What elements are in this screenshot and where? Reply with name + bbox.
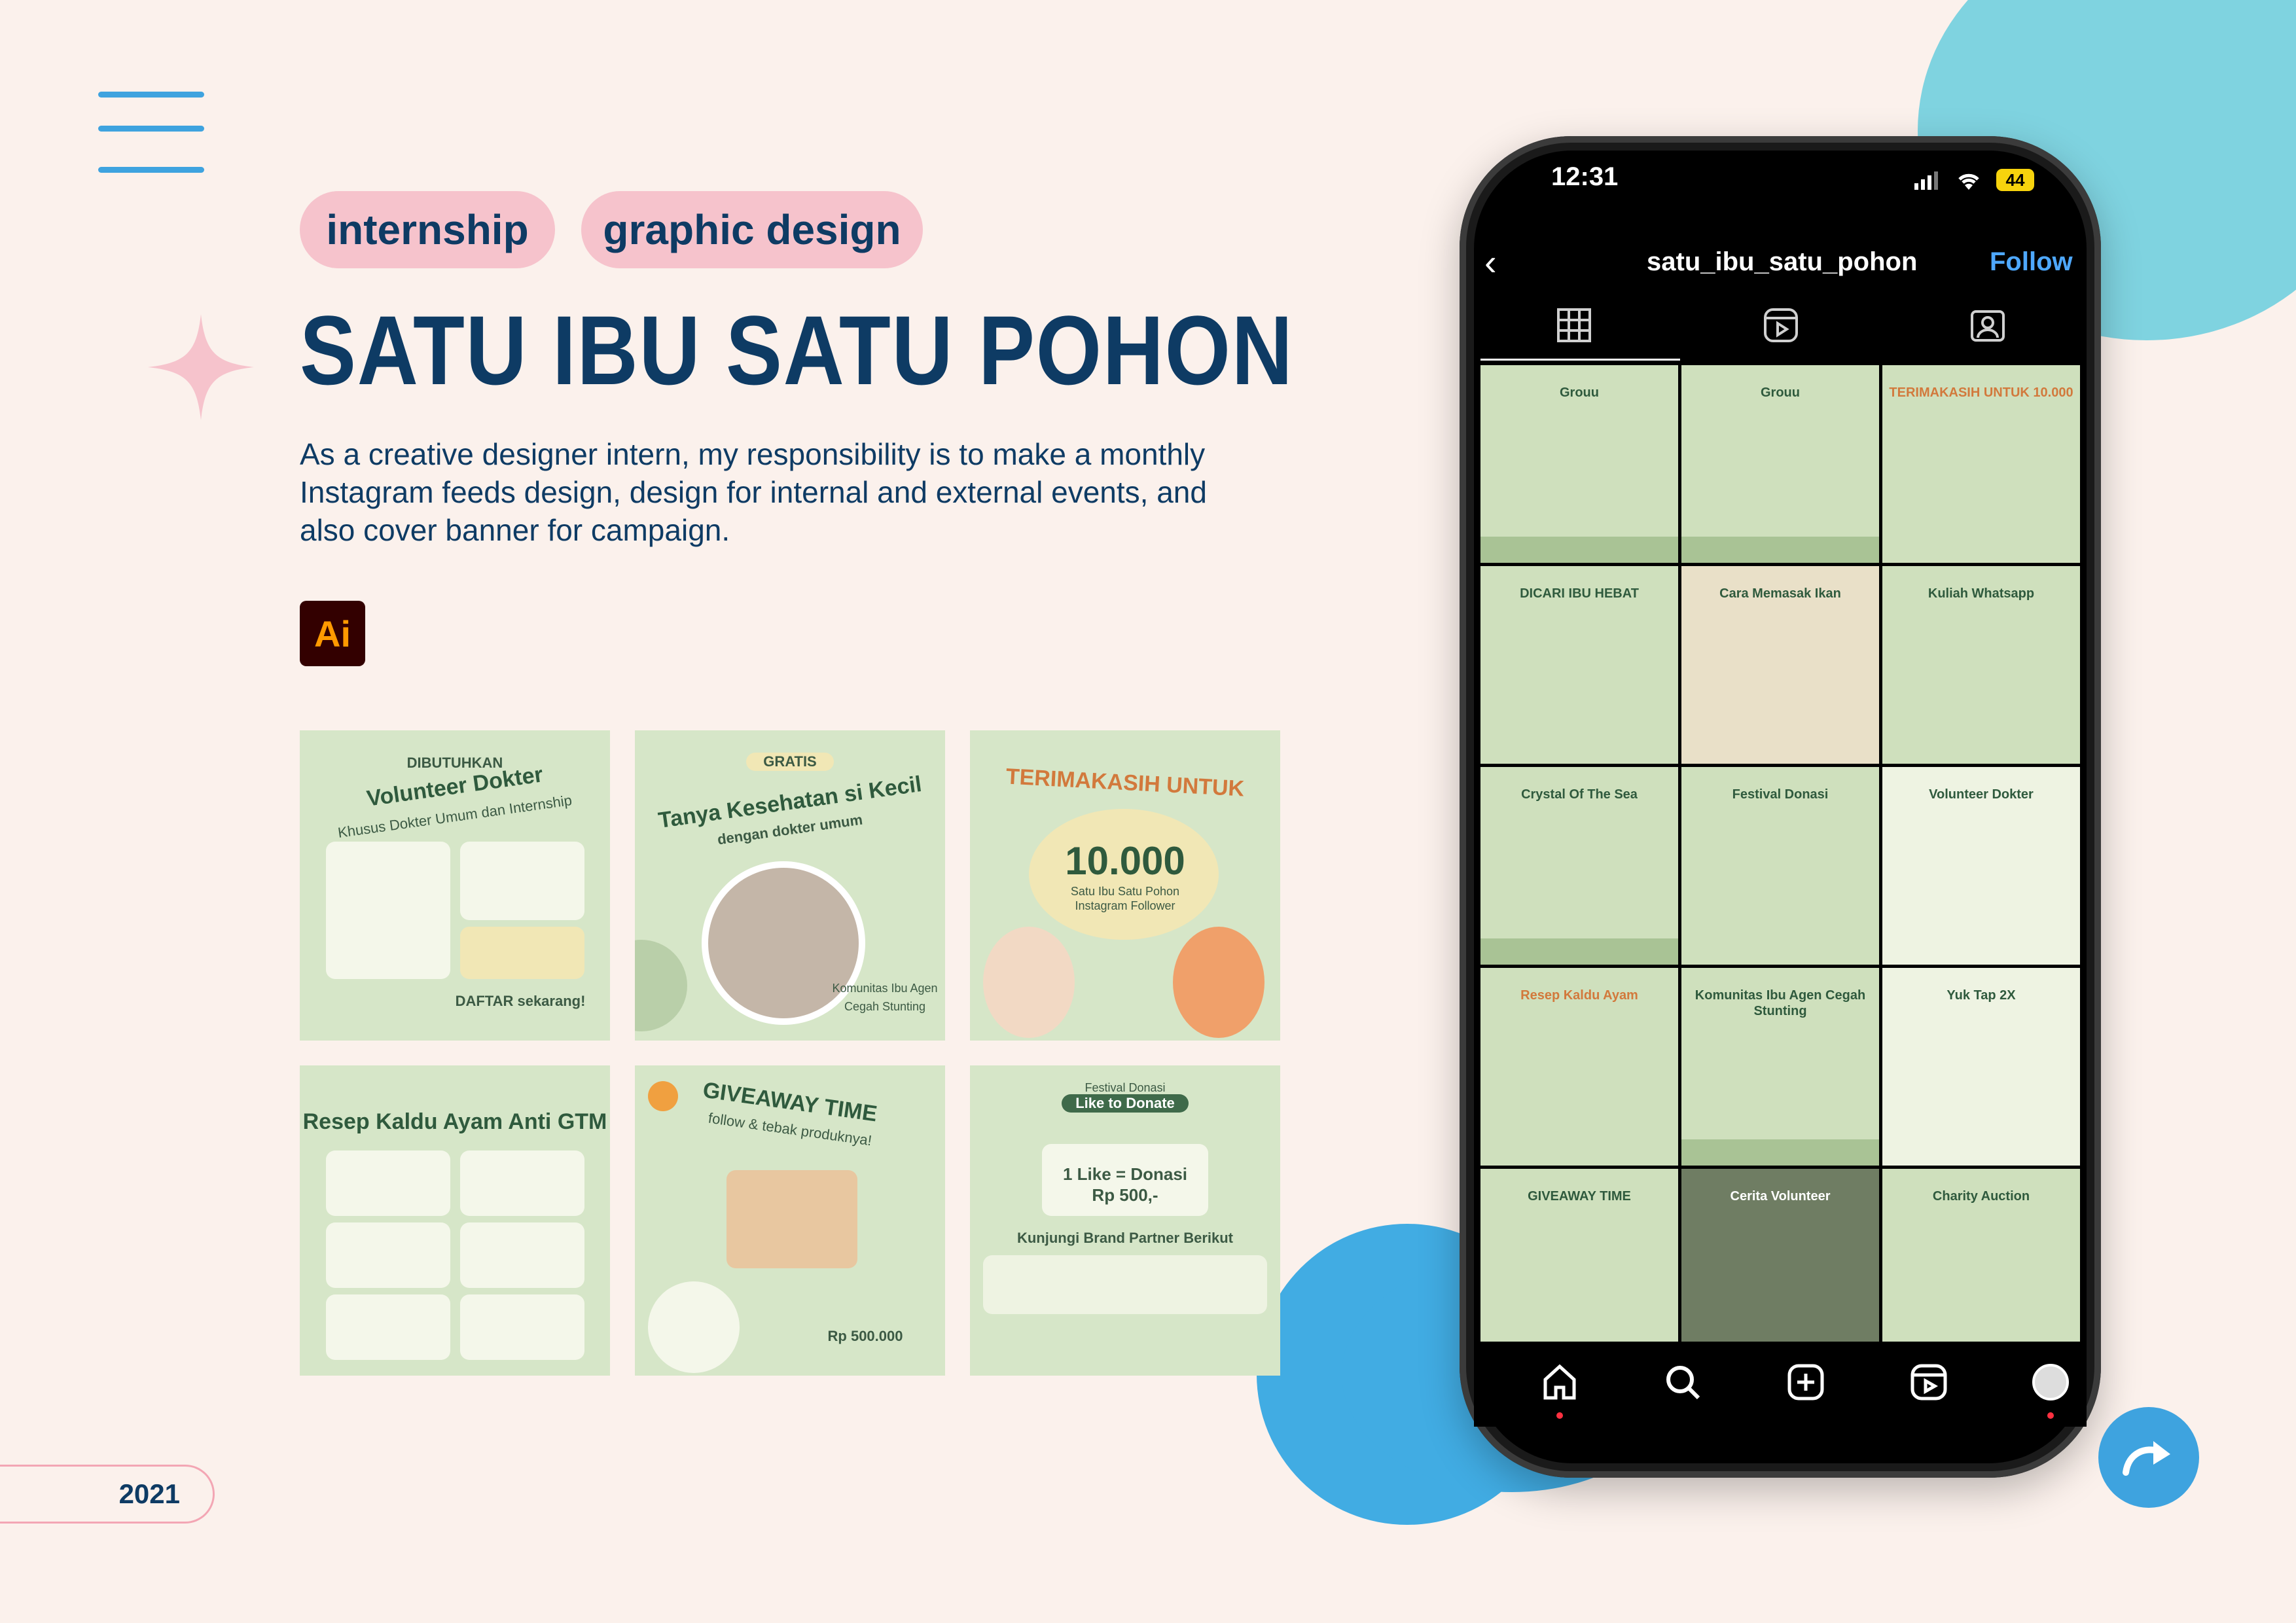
next-arrow-button[interactable] (2098, 1407, 2199, 1508)
home-icon[interactable] (1537, 1363, 1583, 1408)
illustration-figure (648, 1281, 740, 1373)
wifi-icon (1956, 169, 1982, 191)
active-tab-indicator (1480, 359, 1680, 361)
post-thumbnail[interactable]: Resep Kaldu Ayam Anti GTM (300, 1065, 610, 1376)
tile-title: Grouu (1761, 385, 1800, 400)
post-footer: DAFTAR sekarang! (455, 993, 586, 1009)
post-thumbnail[interactable]: TERIMAKASIH UNTUK 10.000 Satu Ibu Satu P… (970, 730, 1280, 1041)
post-thumbnail[interactable]: GRATIS Tanya Kesehatan si Kecil dengan d… (635, 730, 945, 1041)
reels-icon[interactable] (1758, 308, 1804, 353)
page-title: SATU IBU SATU POHON (300, 295, 1294, 405)
notification-dot (2047, 1412, 2054, 1419)
brand-logos (983, 1255, 1267, 1314)
product-photo (726, 1170, 857, 1268)
feed-tile[interactable]: Crystal Of The Sea (1480, 767, 1678, 965)
illustration-figure (1173, 927, 1265, 1038)
feed-tile[interactable]: TERIMAKASIH UNTUK 10.000 (1882, 365, 2080, 563)
tile-title: Grouu (1560, 385, 1599, 400)
create-post-icon[interactable] (1783, 1363, 1829, 1408)
post-title: Like to Donate (1062, 1094, 1189, 1113)
post-footer: Komunitas Ibu Agen Cegah Stunting (832, 982, 938, 1013)
tile-title: Charity Auction (1932, 1189, 2030, 1204)
feed-tile[interactable]: Cerita Volunteer (1681, 1169, 1879, 1366)
project-description: As a creative designer intern, my respon… (300, 437, 1207, 547)
tile-band (1480, 938, 1678, 965)
battery-icon: 44 (1996, 169, 2034, 191)
bottom-navigation (1474, 1342, 2087, 1427)
tile-title: Festival Donasi (1732, 787, 1829, 802)
post-thumbnail[interactable]: GIVEAWAY TIME follow & tebak produknya! … (635, 1065, 945, 1376)
info-card (326, 842, 450, 979)
feed-tile[interactable]: Grouu (1480, 365, 1678, 563)
tile-band (1480, 537, 1678, 563)
post-title: Resep Kaldu Ayam Anti GTM (302, 1109, 607, 1134)
tag-internship[interactable]: internship (300, 191, 555, 268)
signal-icon (1914, 171, 1938, 190)
post-kicker: 10.000 (1065, 839, 1185, 883)
recipe-step (326, 1294, 450, 1360)
tile-band (1681, 1139, 1879, 1166)
recipe-step (460, 1294, 584, 1360)
tile-title: Kuliah Whatsapp (1928, 586, 2035, 601)
curved-arrow-icon (2123, 1441, 2170, 1476)
post-thumbnail[interactable]: DIBUTUHKAN Volunteer Dokter Khusus Dokte… (300, 730, 610, 1041)
tile-title: DICARI IBU HEBAT (1520, 586, 1639, 601)
feed-tile[interactable]: Resep Kaldu Ayam (1480, 968, 1678, 1166)
feed-tile[interactable]: Festival Donasi (1681, 767, 1879, 965)
sparkle-icon (148, 314, 254, 420)
tile-title: Volunteer Dokter (1929, 787, 2034, 802)
profile-avatar[interactable] (2028, 1363, 2073, 1408)
back-arrow-icon[interactable]: ‹ (1484, 241, 1497, 283)
feed-tile[interactable]: GIVEAWAY TIME (1480, 1169, 1678, 1366)
post-footer: Rp 500.000 (827, 1328, 903, 1344)
tagged-icon[interactable] (1965, 308, 2011, 353)
menu-icon[interactable] (98, 92, 204, 173)
profile-username: satu_ibu_satu_pohon (1647, 247, 1918, 276)
recipe-step (326, 1222, 450, 1288)
illustration-figure (983, 927, 1075, 1038)
post-thumbnail[interactable]: Festival Donasi Like to Donate 1 Like = … (970, 1065, 1280, 1376)
tile-title: Crystal Of The Sea (1521, 787, 1638, 802)
follow-button[interactable]: Follow (1990, 247, 2073, 277)
tile-title: Komunitas Ibu Agen Cegah Stunting (1695, 988, 1866, 1018)
feed-tile[interactable]: Cara Memasak Ikan (1681, 566, 1879, 764)
tag-graphic-design[interactable]: graphic design (581, 191, 923, 268)
post-subtitle: 1 Like = Donasi Rp 500,- (1062, 1164, 1188, 1205)
tile-title: GIVEAWAY TIME (1528, 1189, 1631, 1204)
feed-tile[interactable]: Komunitas Ibu Agen Cegah Stunting (1681, 968, 1879, 1166)
info-card (460, 842, 584, 920)
feed-tile[interactable]: Grouu (1681, 365, 1879, 563)
reels-icon[interactable] (1906, 1363, 1952, 1408)
grid-icon[interactable] (1551, 308, 1597, 353)
search-icon[interactable] (1660, 1363, 1706, 1408)
tile-title: Cara Memasak Ikan (1719, 586, 1841, 601)
feed-tile[interactable]: Yuk Tap 2X (1882, 968, 2080, 1166)
info-card (460, 927, 584, 979)
status-time: 12:31 (1551, 162, 1619, 191)
feed-tile[interactable]: Volunteer Dokter (1882, 767, 2080, 965)
post-kicker: GRATIS (746, 753, 834, 771)
tile-band (1681, 537, 1879, 563)
post-footer: Kunjungi Brand Partner Berikut (1016, 1230, 1234, 1246)
year-badge: 2021 (0, 1465, 215, 1524)
dynamic-island (1689, 165, 1872, 223)
post-title: TERIMAKASIH UNTUK (1005, 764, 1246, 802)
notification-dot (1556, 1412, 1563, 1419)
tile-title: TERIMAKASIH UNTUK 10.000 (1889, 385, 2073, 400)
tile-title: Cerita Volunteer (1730, 1189, 1831, 1204)
decor-circle (635, 940, 687, 1031)
feed-tile[interactable]: Charity Auction (1882, 1169, 2080, 1366)
illustrator-icon: Ai (300, 601, 365, 666)
feed-tile[interactable]: DICARI IBU HEBAT (1480, 566, 1678, 764)
recipe-step (460, 1222, 584, 1288)
recipe-step (460, 1150, 584, 1216)
tile-title: Yuk Tap 2X (1946, 988, 2016, 1003)
recipe-step (326, 1150, 450, 1216)
post-subtitle: Satu Ibu Satu Pohon Instagram Follower (1070, 885, 1180, 912)
feed-tile[interactable]: Kuliah Whatsapp (1882, 566, 2080, 764)
tile-title: Resep Kaldu Ayam (1520, 988, 1638, 1003)
